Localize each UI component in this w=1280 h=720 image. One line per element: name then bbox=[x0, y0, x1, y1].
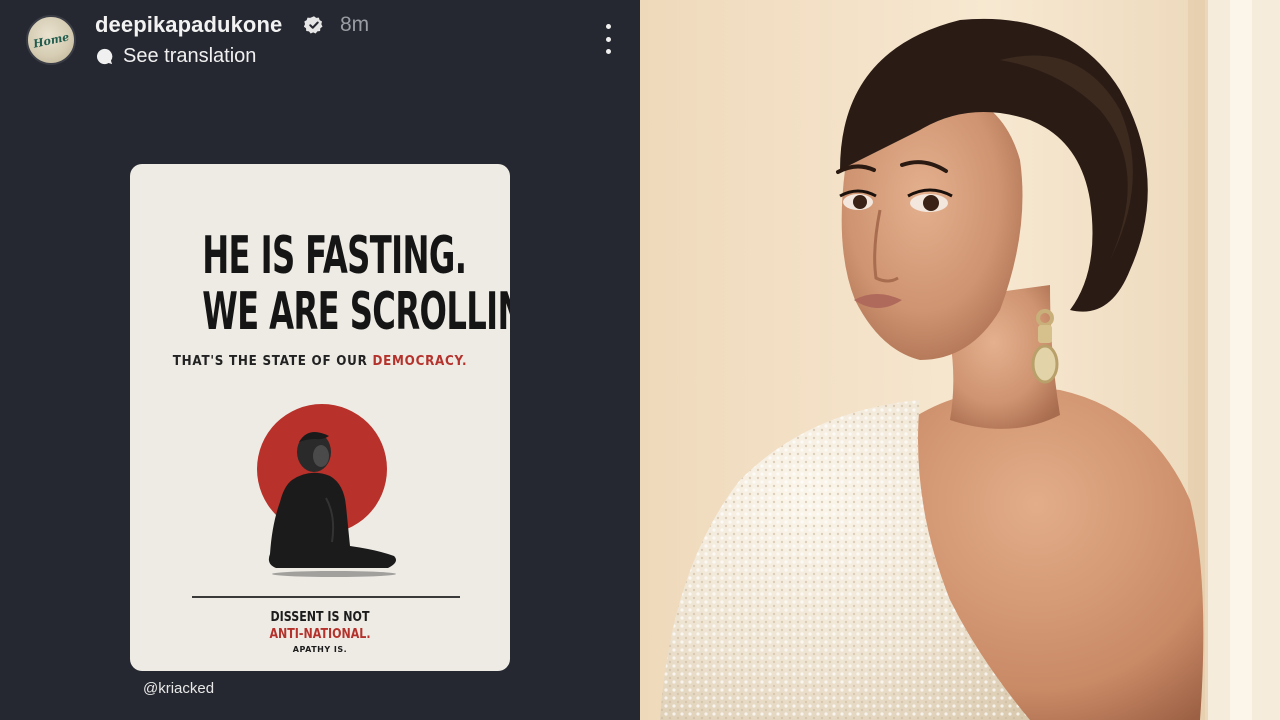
portrait-illustration bbox=[640, 0, 1280, 720]
poster-footer-line2: ANTI-NATIONAL. bbox=[269, 627, 371, 642]
poster-subline-highlight: DEMOCRACY. bbox=[372, 354, 468, 369]
poster-headline-line2: WE ARE SCROLLING. bbox=[202, 282, 510, 342]
poster-footer-line3: APATHY IS. bbox=[292, 645, 348, 654]
username[interactable]: deepikapadukone bbox=[95, 12, 282, 38]
poster-subline: THAT'S THE STATE OF OUR DEMOCRACY. bbox=[145, 354, 495, 369]
see-translation-label: See translation bbox=[123, 45, 257, 67]
verified-badge-icon bbox=[304, 16, 323, 34]
photo-credit: @kriacked bbox=[143, 680, 215, 697]
avatar-text: Home bbox=[31, 29, 71, 51]
more-options-icon[interactable] bbox=[598, 24, 618, 54]
see-translation-button[interactable]: See translation bbox=[95, 45, 256, 68]
story-poster: HE IS FASTING. WE ARE SCROLLING. THAT'S … bbox=[130, 164, 510, 671]
profile-avatar[interactable]: Home bbox=[26, 15, 76, 65]
portrait-photo bbox=[640, 0, 1280, 720]
poster-divider bbox=[192, 596, 460, 598]
poster-headline-line1: HE IS FASTING. bbox=[202, 226, 467, 286]
post-time: 8m bbox=[340, 13, 370, 36]
story-panel: Home deepikapadukone 8m See translation … bbox=[0, 0, 640, 720]
seated-man-illustration bbox=[268, 432, 396, 577]
speech-bubble-icon bbox=[96, 48, 113, 65]
poster-footer-line1: DISSENT IS NOT bbox=[270, 610, 370, 625]
poster-subline-text: THAT'S THE STATE OF OUR bbox=[172, 354, 368, 369]
